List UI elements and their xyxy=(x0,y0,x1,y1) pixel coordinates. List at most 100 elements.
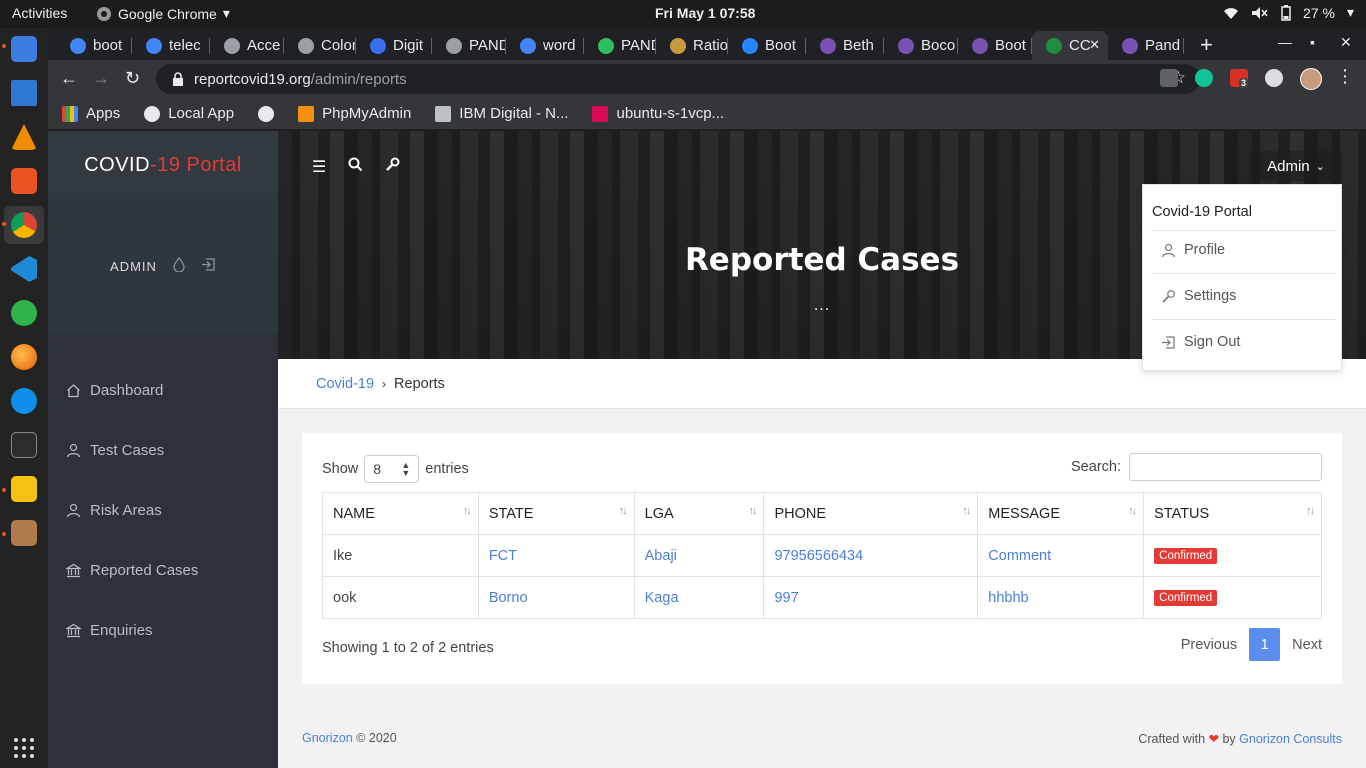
new-tab-button[interactable]: + xyxy=(1200,32,1213,58)
column-header[interactable]: NAME ↑↓ xyxy=(322,492,479,535)
browser-tab[interactable]: Boco xyxy=(884,31,958,60)
column-header[interactable]: MESSAGE ↑↓ xyxy=(977,492,1145,535)
dropdown-item-label: Sign Out xyxy=(1184,334,1241,350)
table-cell-lga[interactable]: Kaga xyxy=(633,576,765,619)
system-tray[interactable]: 27 % ▾ xyxy=(1223,4,1354,21)
address-bar[interactable]: reportcovid19.org/admin/reports ☆ xyxy=(156,64,1200,94)
dropdown-item-settings[interactable]: Settings xyxy=(1161,288,1236,304)
firefox-icon[interactable] xyxy=(11,344,37,370)
maximize-icon[interactable]: ▪ xyxy=(1310,34,1315,50)
search-icon[interactable] xyxy=(348,157,363,177)
browser-tab[interactable]: telec xyxy=(132,31,210,60)
text-document-icon[interactable] xyxy=(11,80,37,106)
bookmark-item[interactable]: PhpMyAdmin xyxy=(298,105,411,122)
tab-title: Digit xyxy=(393,37,424,54)
sidebar-item-reported-cases[interactable]: Reported Cases xyxy=(48,540,278,600)
close-tab-icon[interactable]: ✕ xyxy=(1089,37,1100,53)
theme-drop-icon[interactable] xyxy=(173,256,185,276)
vscode-icon[interactable] xyxy=(11,256,37,282)
table-cell-message[interactable]: hhbhb xyxy=(977,576,1145,619)
bookmark-item[interactable] xyxy=(258,105,275,122)
table-cell-phone[interactable]: 97956566434 xyxy=(763,534,979,577)
wrench-icon[interactable] xyxy=(385,157,400,177)
browser-tab[interactable]: Acce xyxy=(210,31,284,60)
globe-icon xyxy=(446,37,462,54)
sidebar-item-enquiries[interactable]: Enquiries xyxy=(48,600,278,660)
bookmark-item[interactable]: ubuntu-s-1vcp... xyxy=(592,105,724,122)
table-cell-lga[interactable]: Abaji xyxy=(633,534,765,577)
browser-tab[interactable]: boot xyxy=(56,31,132,60)
url-host: reportcovid19.org xyxy=(194,70,311,88)
back-icon[interactable]: ← xyxy=(60,68,78,89)
browser-tab[interactable]: CC ✕ xyxy=(1032,31,1108,60)
column-header[interactable]: STATUS ↑↓ xyxy=(1143,492,1322,535)
browser-tab[interactable]: Boot xyxy=(958,31,1032,60)
text-editor-icon[interactable] xyxy=(11,476,37,502)
sidebar-item-risk-areas[interactable]: Risk Areas xyxy=(48,480,278,540)
terminal-icon[interactable] xyxy=(11,432,37,458)
table-cell-message[interactable]: Comment xyxy=(977,534,1145,577)
dropdown-item-sign-out[interactable]: Sign Out xyxy=(1161,334,1240,350)
admin-button-label: Admin xyxy=(1267,157,1310,175)
browser-tab[interactable]: Pand xyxy=(1108,31,1184,60)
forward-icon[interactable]: → xyxy=(92,68,110,89)
document-viewer-icon[interactable] xyxy=(11,36,37,62)
whatsapp-icon[interactable] xyxy=(11,300,37,326)
teamviewer-icon[interactable] xyxy=(11,388,37,414)
footer-consults-link[interactable]: Gnorizon Consults xyxy=(1239,732,1342,746)
table-cell-state[interactable]: FCT xyxy=(477,534,635,577)
reload-icon[interactable]: ↻ xyxy=(125,68,140,89)
brand-prefix: COVID xyxy=(84,153,151,176)
column-header[interactable]: PHONE ↑↓ xyxy=(763,492,979,535)
cube-extension-icon[interactable] xyxy=(1160,69,1178,87)
profile-avatar[interactable] xyxy=(1300,68,1322,90)
bookmark-item[interactable]: Apps xyxy=(62,105,120,122)
admin-dropdown-button[interactable]: Admin ⌄ xyxy=(1250,151,1342,181)
browser-tab[interactable]: Color xyxy=(284,31,356,60)
vlc-icon[interactable] xyxy=(11,124,37,150)
table-cell-phone[interactable]: 997 xyxy=(763,576,979,619)
browser-tab[interactable]: PAND xyxy=(432,31,506,60)
dropdown-item-profile[interactable]: Profile xyxy=(1161,242,1225,258)
search-input[interactable] xyxy=(1129,453,1322,481)
chrome-menu-icon[interactable]: ⋮ xyxy=(1336,66,1354,87)
footer-company-link[interactable]: Gnorizon xyxy=(302,731,353,745)
octotree-icon[interactable] xyxy=(1265,69,1283,87)
browser-tab[interactable]: Digit xyxy=(356,31,432,60)
sidebar-item-test-cases[interactable]: Test Cases xyxy=(48,420,278,480)
browser-tab[interactable]: Beth xyxy=(806,31,884,60)
browser-toolbar: ← → ↻ reportcovid19.org/admin/reports ☆ … xyxy=(48,60,1366,98)
extension-with-badge-icon[interactable]: 3 xyxy=(1230,69,1249,88)
column-header[interactable]: LGA ↑↓ xyxy=(633,492,765,535)
next-page-button[interactable]: Next xyxy=(1292,637,1322,653)
clock[interactable]: Fri May 1 07:58 xyxy=(655,5,755,21)
bookmark-item[interactable]: Local App xyxy=(144,105,234,122)
wrench-icon xyxy=(1162,289,1175,303)
entries-select[interactable]: 8 ▲ ▼ xyxy=(364,455,420,483)
browser-tab[interactable]: PAND xyxy=(584,31,656,60)
breadcrumb-root-link[interactable]: Covid-19 xyxy=(316,376,374,392)
page-1-button[interactable]: 1 xyxy=(1249,628,1281,661)
brand-logo[interactable]: COVID -19 Portal xyxy=(48,131,278,199)
grammarly-icon[interactable] xyxy=(1195,69,1213,87)
software-center-icon[interactable] xyxy=(11,168,37,194)
app-menu[interactable]: Google Chrome ▾ xyxy=(96,5,230,22)
table-cell-state[interactable]: Borno xyxy=(477,576,635,619)
browser-tab[interactable]: Boot xyxy=(728,31,806,60)
chrome-dock-icon[interactable] xyxy=(11,212,37,238)
close-window-icon[interactable]: ✕ xyxy=(1340,34,1352,51)
logout-icon[interactable] xyxy=(201,257,216,276)
show-applications-icon[interactable] xyxy=(14,738,34,758)
sidebar-item-dashboard[interactable]: Dashboard xyxy=(48,360,278,420)
bookmark-item[interactable]: IBM Digital - N... xyxy=(435,105,568,122)
browser-tab[interactable]: word xyxy=(506,31,584,60)
footer-by: by xyxy=(1222,732,1236,746)
archive-manager-icon[interactable] xyxy=(11,520,37,546)
hamburger-menu-icon[interactable]: ☰ xyxy=(312,157,326,177)
browser-tab[interactable]: Ratio xyxy=(656,31,728,60)
previous-page-button[interactable]: Previous xyxy=(1181,637,1237,653)
activities-button[interactable]: Activities xyxy=(12,5,67,21)
column-header-label: STATE xyxy=(488,505,534,522)
column-header[interactable]: STATE ↑↓ xyxy=(477,492,635,535)
minimize-icon[interactable]: — xyxy=(1278,34,1292,50)
